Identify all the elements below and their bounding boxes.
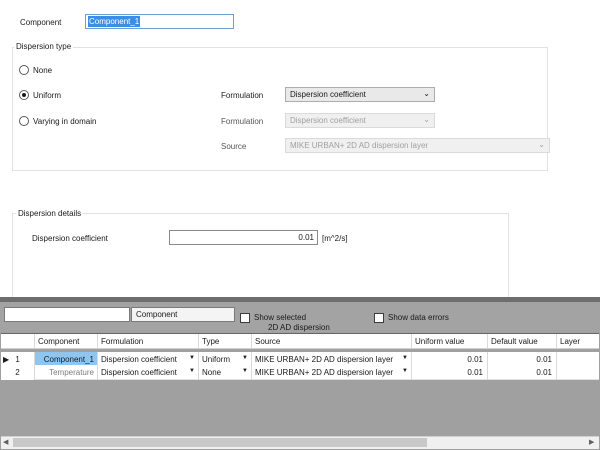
- dropdown-arrow-icon[interactable]: ▼: [242, 355, 248, 361]
- show-selected-sub-label: 2D AD dispersion: [268, 323, 330, 332]
- scroll-left-icon[interactable]: ◀: [3, 438, 8, 446]
- header-uniform-value[interactable]: Uniform value: [412, 334, 488, 349]
- radio-uniform[interactable]: [19, 90, 29, 100]
- cell-layer[interactable]: [557, 365, 599, 380]
- filter-field-dropdown[interactable]: Component: [131, 307, 235, 322]
- cell-formulation-text: Dispersion coefficient: [101, 355, 177, 364]
- formulation-value: Dispersion coefficient: [290, 90, 366, 99]
- cell-formulation-text: Dispersion coefficient: [101, 368, 177, 377]
- cell-type[interactable]: None ▼: [199, 365, 252, 380]
- row-index: 2: [15, 368, 20, 377]
- filter-field-value: Component: [136, 310, 178, 319]
- dropdown-arrow-icon[interactable]: ▼: [402, 355, 408, 361]
- header-default-value[interactable]: Default value: [488, 334, 557, 349]
- header-corner: [1, 334, 35, 349]
- formulation2-value: Dispersion coefficient: [290, 116, 366, 125]
- cell-component[interactable]: Temperature: [35, 365, 98, 380]
- header-component[interactable]: Component: [35, 334, 98, 349]
- current-row-arrow-icon: ▶: [3, 355, 10, 364]
- unit-label: [m^2/s]: [322, 234, 348, 243]
- dropdown-arrow-icon[interactable]: ▼: [189, 368, 195, 374]
- header-layer[interactable]: Layer: [557, 334, 599, 349]
- radio-none-label: None: [33, 66, 53, 75]
- cell-uniform-value[interactable]: 0.01: [412, 365, 488, 380]
- scrollbar-thumb[interactable]: [13, 438, 427, 447]
- dropdown-arrow-icon[interactable]: ▼: [242, 368, 248, 374]
- source-label: Source: [221, 142, 247, 151]
- component-name-value: Component_1: [88, 16, 141, 27]
- row-index: 1: [15, 355, 20, 364]
- scroll-right-icon[interactable]: ▶: [589, 438, 594, 446]
- header-type[interactable]: Type: [199, 334, 252, 349]
- dispersion-coefficient-input[interactable]: 0.01: [169, 230, 318, 245]
- dispersion-details-title: Dispersion details: [16, 209, 84, 218]
- dispersion-type-title: Dispersion type: [14, 42, 74, 51]
- header-formulation[interactable]: Formulation: [98, 334, 199, 349]
- cell-default-value[interactable]: 0.01: [488, 365, 557, 380]
- dispersion-details-group: [12, 213, 509, 298]
- dropdown-arrow-icon[interactable]: ▼: [189, 355, 195, 361]
- cell-source[interactable]: MIKE URBAN+ 2D AD dispersion layer ▼: [252, 365, 412, 380]
- cell-type-text: Uniform: [202, 355, 231, 364]
- cell-source-text: MIKE URBAN+ 2D AD dispersion layer: [255, 368, 394, 377]
- radio-none[interactable]: [19, 65, 29, 75]
- source-value: MIKE URBAN+ 2D AD dispersion layer: [290, 141, 429, 150]
- cell-source-text: MIKE URBAN+ 2D AD dispersion layer: [255, 355, 394, 364]
- table-row[interactable]: 2 Temperature Dispersion coefficient ▼ No…: [1, 365, 599, 380]
- radio-varying-label: Varying in domain: [33, 117, 97, 126]
- data-grid: Component Formulation Type Source Unifor…: [1, 333, 599, 450]
- cell-formulation[interactable]: Dispersion coefficient ▼: [98, 365, 199, 380]
- chevron-down-icon: ⌄: [538, 140, 545, 149]
- show-selected-checkbox[interactable]: [240, 313, 250, 323]
- filter-input[interactable]: [4, 307, 130, 322]
- formulation-label: Formulation: [221, 91, 264, 100]
- radio-uniform-label: Uniform: [33, 91, 62, 100]
- chevron-down-icon: ⌄: [423, 89, 430, 98]
- header-source[interactable]: Source: [252, 334, 412, 349]
- show-errors-checkbox[interactable]: [374, 313, 384, 323]
- component-name-input[interactable]: Component_1: [85, 14, 234, 29]
- row-header[interactable]: 2: [1, 365, 35, 380]
- show-selected-label: Show selected: [254, 313, 307, 322]
- formulation2-label: Formulation: [221, 117, 264, 126]
- cell-type-text: None: [202, 368, 222, 377]
- component-label: Component: [20, 18, 62, 27]
- formulation-dropdown[interactable]: Dispersion coefficient ⌄: [285, 87, 435, 102]
- show-errors-label: Show data errors: [388, 313, 449, 322]
- formulation2-dropdown: Dispersion coefficient ⌄: [285, 113, 435, 128]
- source-dropdown: MIKE URBAN+ 2D AD dispersion layer ⌄: [285, 138, 550, 153]
- dropdown-arrow-icon[interactable]: ▼: [402, 368, 408, 374]
- chevron-down-icon: ⌄: [423, 115, 430, 124]
- radio-varying[interactable]: [19, 116, 29, 126]
- grid-header-row: Component Formulation Type Source Unifor…: [1, 334, 599, 349]
- dispersion-coefficient-label: Dispersion coefficient: [32, 234, 108, 243]
